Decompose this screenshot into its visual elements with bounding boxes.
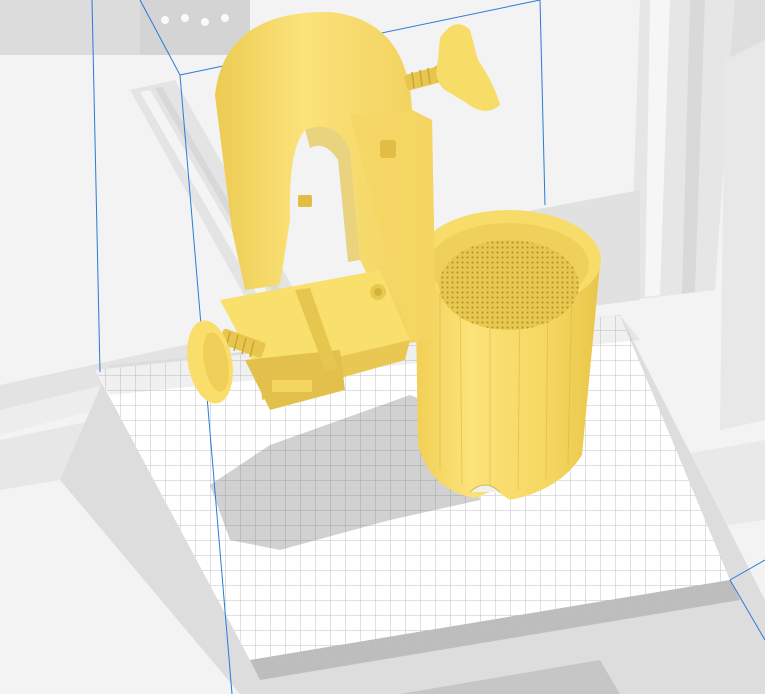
thumb-screw-top[interactable] xyxy=(404,24,500,111)
viewport-scene[interactable] xyxy=(0,0,765,694)
3d-viewport[interactable] xyxy=(0,0,765,694)
arch-slot xyxy=(380,140,396,158)
frame-extrusion-right xyxy=(630,0,765,430)
cup-holder[interactable] xyxy=(415,210,601,500)
thumb-screw-top-knob[interactable] xyxy=(436,24,500,111)
frame-top-plate xyxy=(0,0,150,55)
